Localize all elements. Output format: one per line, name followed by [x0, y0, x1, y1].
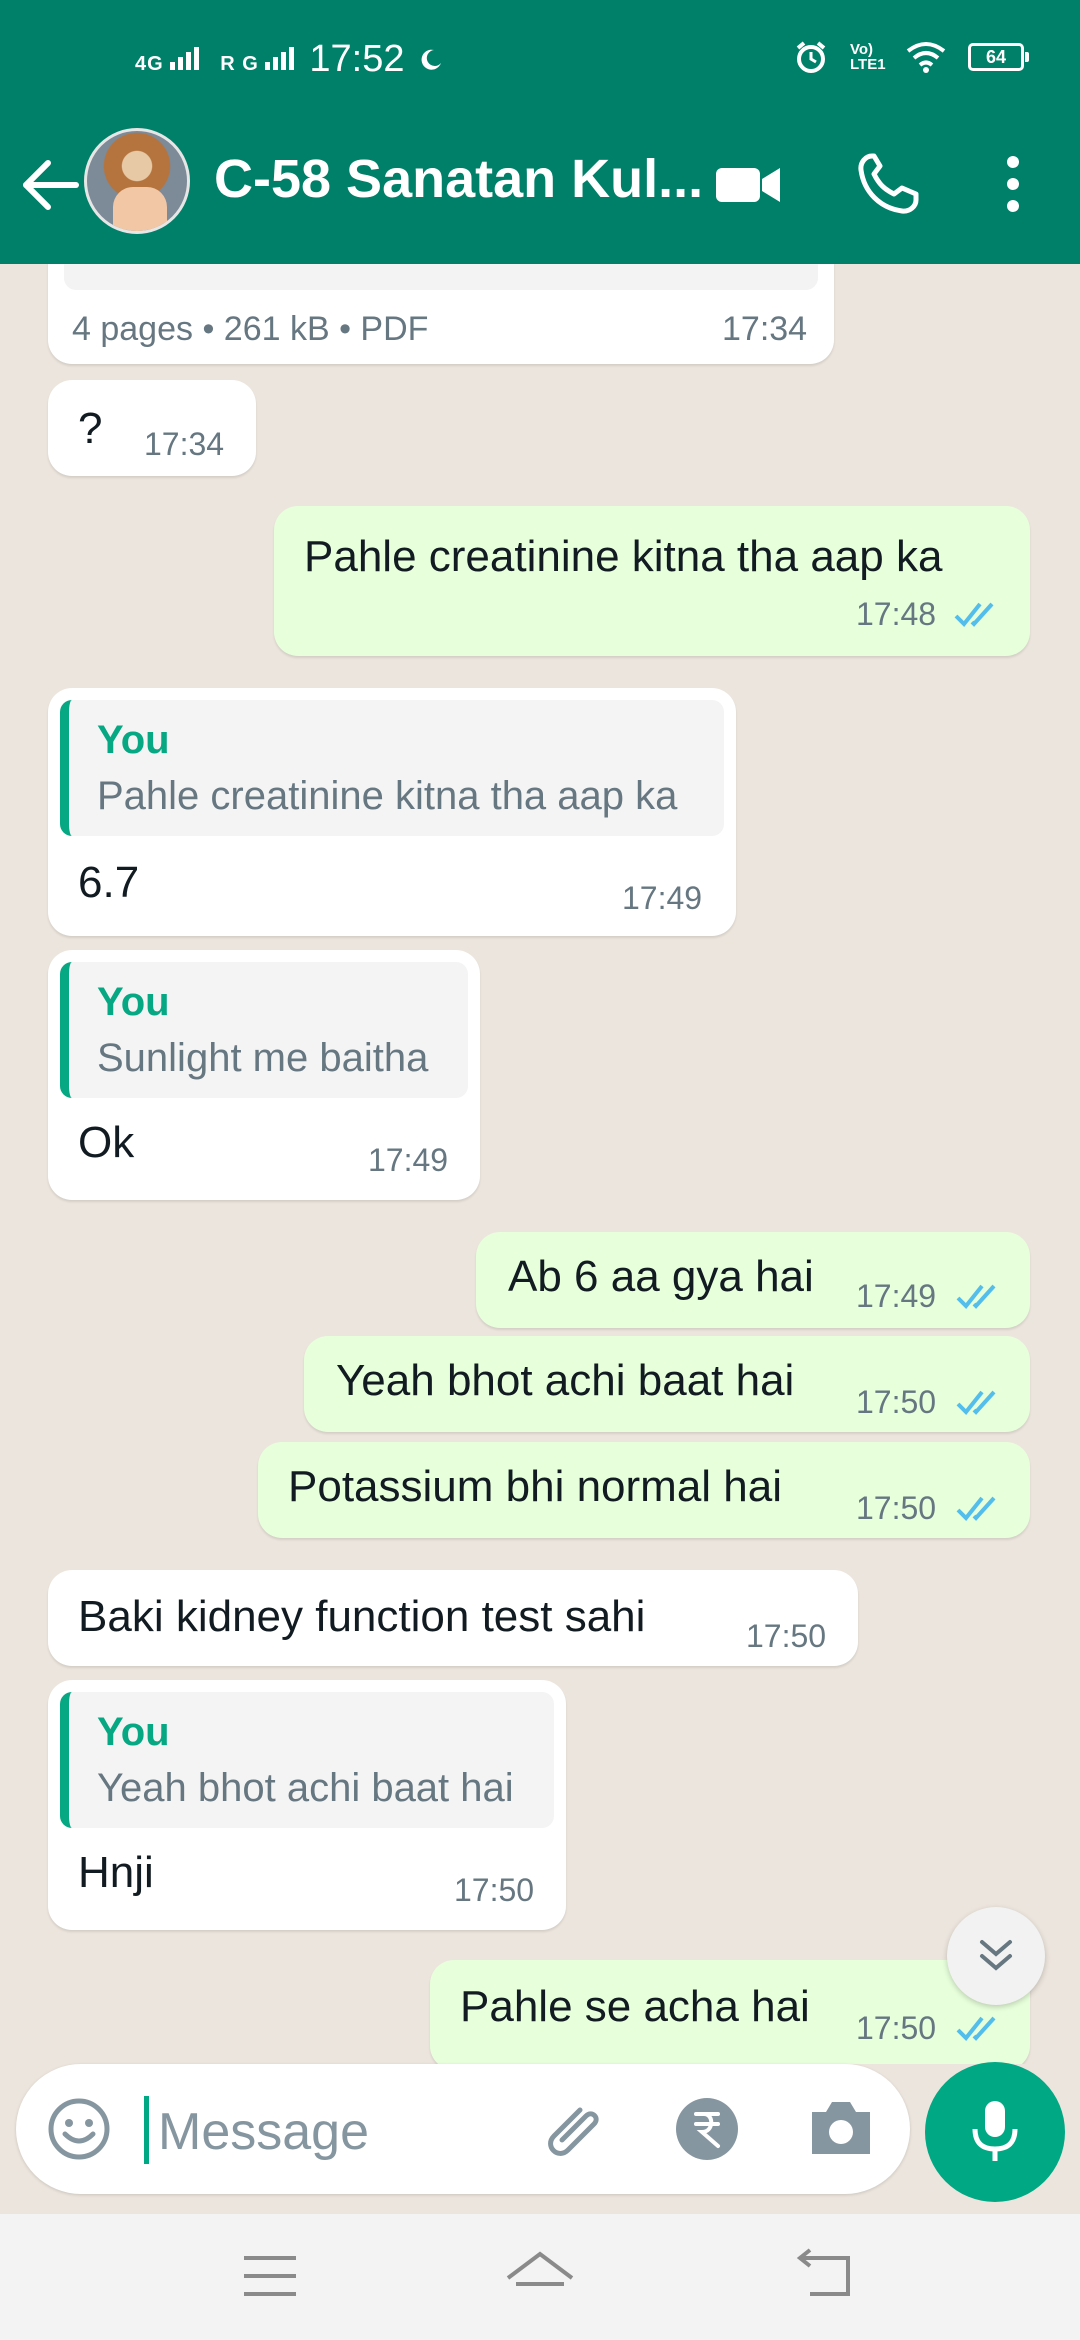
quote-text: Yeah bhot achi baat hai — [97, 1766, 514, 1810]
message-time: 17:50 — [746, 1618, 827, 1654]
read-receipt-icon — [956, 1284, 996, 1309]
emoji-icon[interactable] — [46, 2096, 112, 2162]
phone-icon[interactable] — [852, 148, 924, 220]
message-text: ? — [78, 404, 103, 453]
mic-icon — [972, 2101, 1018, 2161]
quoted-message[interactable]: You Yeah bhot achi baat hai — [60, 1692, 554, 1828]
back-nav-icon[interactable] — [794, 2248, 858, 2304]
read-receipt-icon — [954, 602, 994, 627]
status-bar: 4G R G 17:52 Vo) LTE1 64 — [0, 0, 1080, 120]
document-meta: 4 pages • 261 kB • PDF — [72, 310, 429, 348]
outgoing-message[interactable]: Potassium bhi normal hai 17:50 — [258, 1442, 1030, 1538]
network-signal-icon: 4G — [135, 46, 206, 74]
message-text: 6.7 — [78, 858, 140, 907]
sim2-signal-icon: R G — [220, 46, 295, 74]
contact-avatar[interactable] — [84, 128, 190, 234]
message-time: 17:34 — [144, 426, 225, 462]
battery-icon: 64 — [968, 43, 1029, 71]
status-left: 4G R G 17:52 — [135, 38, 444, 81]
volte-icon: Vo) LTE1 — [850, 41, 886, 73]
wifi-icon — [906, 42, 946, 73]
message-text: Baki kidney function test sahi — [78, 1592, 646, 1641]
message-time: 17:50 — [856, 1384, 937, 1420]
outgoing-message[interactable]: Yeah bhot achi baat hai 17:50 — [304, 1336, 1030, 1432]
message-time: 17:48 — [856, 596, 937, 632]
message-time: 17:50 — [856, 1490, 937, 1526]
alarm-icon — [796, 41, 826, 73]
moon-icon — [422, 49, 442, 70]
status-time: 17:52 — [309, 38, 405, 80]
text-cursor — [144, 2096, 149, 2164]
message-text: Yeah bhot achi baat hai — [336, 1356, 795, 1405]
incoming-message[interactable]: ? 17:34 — [48, 380, 256, 476]
message-time: 17:50 — [454, 1872, 535, 1908]
message-text: Pahle se acha hai — [460, 1982, 810, 2031]
message-composer[interactable]: Message — [16, 2064, 910, 2194]
message-text: Potassium bhi normal hai — [288, 1462, 783, 1511]
chat-title[interactable]: C-58 Sanatan Kul... — [214, 148, 703, 210]
back-arrow-icon[interactable] — [18, 150, 88, 220]
message-text: Ok — [78, 1118, 135, 1167]
read-receipt-icon — [956, 2016, 996, 2041]
document-preview[interactable] — [64, 264, 818, 290]
battery-level: 64 — [985, 46, 1007, 67]
chat-messages[interactable]: 4 pages • 261 kB • PDF 17:34 ? 17:34 Pah… — [0, 264, 1080, 2064]
incoming-reply-message[interactable]: You Sunlight me baitha Ok 17:49 — [48, 950, 480, 1200]
quote-text: Pahle creatinine kitna tha aap ka — [97, 774, 678, 818]
message-time: 17:49 — [368, 1142, 449, 1178]
quote-author: You — [97, 1710, 170, 1754]
message-time: 17:49 — [622, 880, 703, 916]
voice-message-button[interactable] — [925, 2062, 1065, 2202]
menu-icon[interactable] — [242, 2254, 298, 2298]
network-type-label: 4G — [135, 52, 164, 75]
status-right: Vo) LTE1 64 — [794, 40, 1029, 74]
read-receipt-icon — [956, 1496, 996, 1521]
incoming-message[interactable]: Baki kidney function test sahi 17:50 — [48, 1570, 858, 1666]
attach-icon[interactable] — [540, 2094, 610, 2164]
message-time: 17:49 — [856, 1278, 937, 1314]
more-vert-icon[interactable] — [978, 148, 1048, 220]
message-text: Pahle creatinine kitna tha aap ka — [304, 532, 943, 581]
document-message[interactable]: 4 pages • 261 kB • PDF 17:34 — [48, 264, 834, 364]
camera-icon[interactable] — [806, 2094, 876, 2160]
quoted-message[interactable]: You Sunlight me baitha — [60, 962, 468, 1098]
quote-author: You — [97, 718, 170, 762]
outgoing-message[interactable]: Pahle se acha hai 17:50 — [430, 1960, 1030, 2064]
outgoing-message[interactable]: Ab 6 aa gya hai 17:49 — [476, 1232, 1030, 1328]
app-bar: C-58 Sanatan Kul... — [0, 120, 1080, 264]
message-text: Ab 6 aa gya hai — [508, 1252, 814, 1301]
chat-header: 4G R G 17:52 Vo) LTE1 64 C-58 Sanatan Ku… — [0, 0, 1080, 264]
video-call-icon[interactable] — [712, 148, 784, 220]
double-chevron-down-icon — [980, 1940, 1012, 1971]
message-time: 17:34 — [722, 310, 808, 348]
incoming-reply-message[interactable]: You Yeah bhot achi baat hai Hnji 17:50 — [48, 1680, 566, 1930]
system-navigation-bar — [0, 2214, 1080, 2340]
quote-text: Sunlight me baitha — [97, 1036, 429, 1080]
home-icon[interactable] — [504, 2248, 576, 2300]
message-input[interactable]: Message — [158, 2102, 369, 2162]
message-time: 17:50 — [856, 2010, 937, 2046]
scroll-to-bottom-button[interactable] — [947, 1907, 1045, 2005]
message-text: Hnji — [78, 1848, 154, 1897]
sim2-label: R G — [220, 52, 259, 75]
outgoing-message[interactable]: Pahle creatinine kitna tha aap ka 17:48 — [274, 506, 1030, 656]
incoming-reply-message[interactable]: You Pahle creatinine kitna tha aap ka 6.… — [48, 688, 736, 936]
quoted-message[interactable]: You Pahle creatinine kitna tha aap ka — [60, 700, 724, 836]
read-receipt-icon — [956, 1390, 996, 1415]
rupee-payment-icon[interactable] — [674, 2096, 740, 2162]
quote-author: You — [97, 980, 170, 1024]
